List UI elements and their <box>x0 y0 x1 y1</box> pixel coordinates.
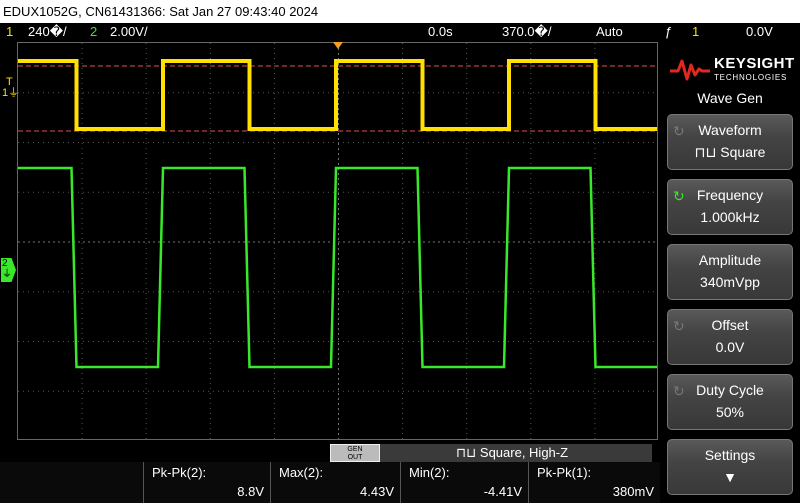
ch2-marker-label: 2 <box>2 258 8 269</box>
softkey-label: Waveform <box>698 122 762 138</box>
softkey-duty-cycle[interactable]: ↻ Duty Cycle 50% <box>667 374 793 430</box>
softkey-label: Settings <box>704 447 756 463</box>
trigger-mode[interactable]: Auto <box>596 24 623 39</box>
submenu-arrow-icon: ▼ <box>723 469 737 485</box>
ch2-number[interactable]: 2 <box>90 24 97 39</box>
ground-icon: ⏚ <box>2 269 12 280</box>
menu-title: Wave Gen <box>697 90 763 106</box>
softkey-offset[interactable]: ↻ Offset 0.0V <box>667 309 793 365</box>
measurement-value: 4.43V <box>360 484 394 499</box>
time-scale[interactable]: 370.0�/ <box>502 24 551 40</box>
trigger-source[interactable]: 1 <box>692 24 699 39</box>
ch2-ground-marker[interactable]: 2 ⏚ <box>1 258 16 282</box>
softkey-value: ⊓⊔ Square <box>694 144 766 160</box>
softkey-value: 1.000kHz <box>700 209 760 225</box>
rising-edge-icon: ƒ <box>665 24 673 39</box>
ch1-trace <box>18 59 657 131</box>
softkey-value: 0.0V <box>715 339 745 355</box>
title-bar: EDUX1052G, CN61431366: Sat Jan 27 09:43:… <box>0 0 800 23</box>
measurement-label: Max(2): <box>279 465 324 480</box>
gen-out-badge-top: GEN <box>347 446 363 453</box>
ch2-trace <box>18 166 657 369</box>
trigger-level[interactable]: 0.0V <box>746 24 773 39</box>
wavegen-status-text: ⊓⊔ Square, High-Z <box>456 445 569 460</box>
measurement-label: Pk-Pk(1): <box>537 465 592 480</box>
ch1-number[interactable]: 1 <box>6 24 13 39</box>
wavegen-status-bar: GEN OUT ⊓⊔ Square, High-Z <box>330 444 652 462</box>
measurement-pkpk1[interactable]: Pk-Pk(1): 380mV <box>528 462 660 503</box>
measurement-label: Pk-Pk(2): <box>152 465 207 480</box>
status-bar: 1 240�/ 2 2.00V/ 0.0s 370.0�/ Auto ƒ 1 0… <box>0 23 800 41</box>
waveform-display[interactable] <box>17 42 658 440</box>
graticule <box>18 43 657 439</box>
softkey-settings[interactable]: Settings ▼ <box>667 439 793 495</box>
softkey-label: Offset <box>711 317 749 333</box>
softkey-amplitude[interactable]: Amplitude 340mVpp <box>667 244 793 300</box>
trigger-position-marker[interactable] <box>333 42 343 49</box>
gen-out-badge[interactable]: GEN OUT <box>330 444 380 462</box>
measurement-max2[interactable]: Max(2): 4.43V <box>270 462 400 503</box>
keysight-logo: KEYSIGHT TECHNOLOGIES <box>666 49 796 89</box>
measurement-value: 8.8V <box>237 484 264 499</box>
ch1-ground-marker[interactable]: 1⏚ <box>2 87 20 101</box>
softkey-waveform[interactable]: ↻ Waveform ⊓⊔ Square <box>667 114 793 170</box>
softkey-value: 340mVpp <box>700 274 760 290</box>
softkey-label: Amplitude <box>698 252 762 268</box>
measurement-pkpk2[interactable]: Pk-Pk(2): 8.8V <box>143 462 270 503</box>
softkey-frequency[interactable]: ↻ Frequency 1.000kHz <box>667 179 793 235</box>
measurement-value: -4.41V <box>483 484 522 499</box>
measurement-label: Min(2): <box>409 465 450 480</box>
gen-out-badge-bottom: OUT <box>347 454 363 461</box>
softkey-panel: KEYSIGHT TECHNOLOGIES Wave Gen ↻ Wavefor… <box>660 41 800 503</box>
softkey-label: Duty Cycle <box>696 382 764 398</box>
logo-brand: KEYSIGHT <box>714 55 795 72</box>
keysight-wave-icon <box>670 59 710 81</box>
measurement-bar: Pk-Pk(2): 8.8V Max(2): 4.43V Min(2): -4.… <box>0 462 660 503</box>
softkey-value: 50% <box>715 404 745 420</box>
measurement-value: 380mV <box>612 484 654 499</box>
ground-icon: ⏚ <box>8 87 20 99</box>
measurement-min2[interactable]: Min(2): -4.41V <box>400 462 528 503</box>
logo-subtitle: TECHNOLOGIES <box>714 73 788 82</box>
ch1-scale[interactable]: 240�/ <box>28 24 67 40</box>
softkey-label: Frequency <box>696 187 764 203</box>
time-delay[interactable]: 0.0s <box>428 24 453 39</box>
ch2-scale[interactable]: 2.00V/ <box>110 24 148 39</box>
